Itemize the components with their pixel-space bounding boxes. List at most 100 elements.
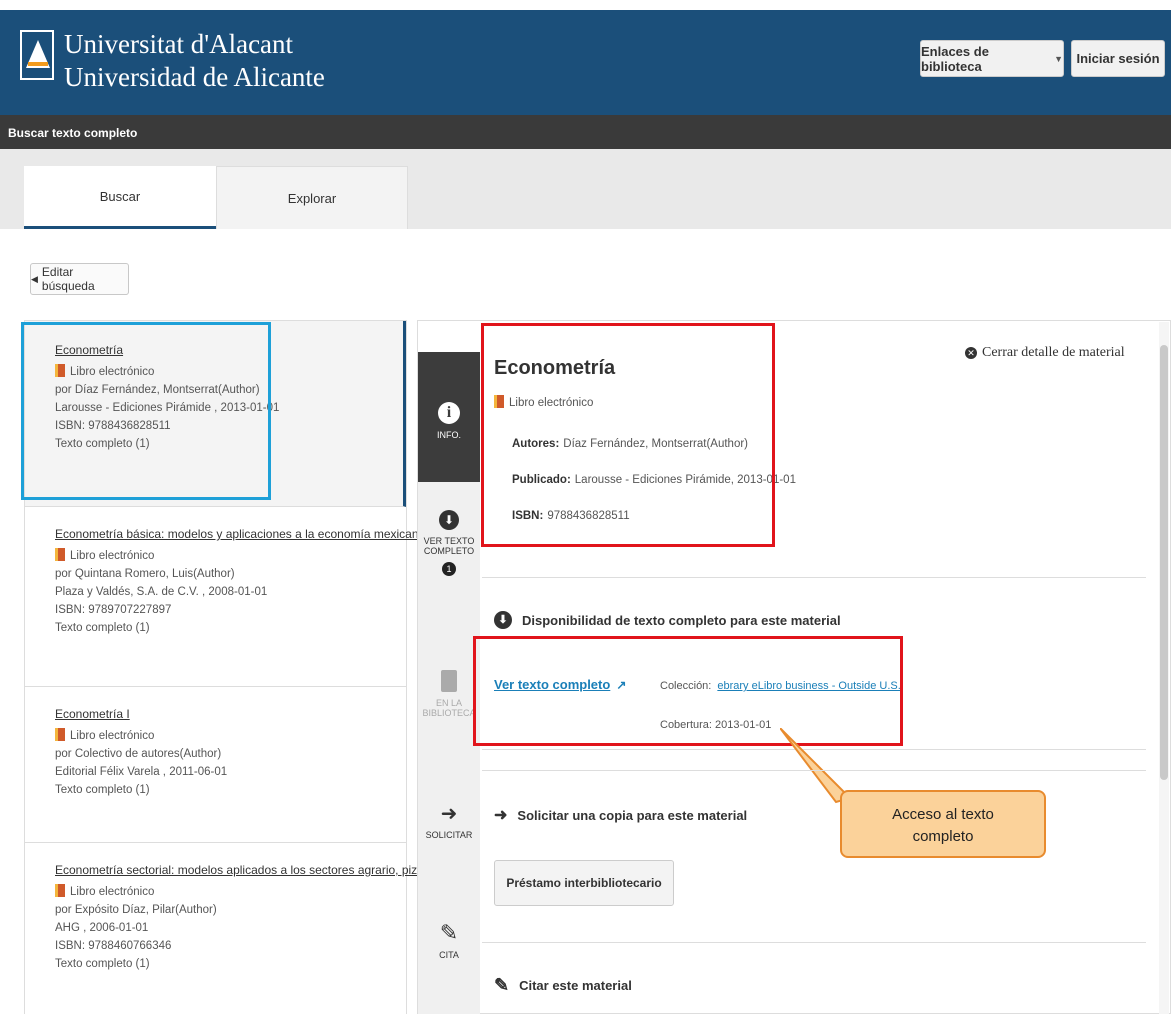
library-links-dropdown[interactable]: Enlaces de biblioteca ▼ xyxy=(920,40,1064,77)
tab-buscar[interactable]: Buscar xyxy=(24,166,216,229)
tab-explorar[interactable]: Explorar xyxy=(216,166,408,229)
callout-line1: Acceso al texto xyxy=(892,806,994,823)
result-fulltext: Texto completo (1) xyxy=(55,438,150,450)
ebook-icon xyxy=(494,395,504,408)
page-subtitle: Buscar texto completo xyxy=(8,126,138,140)
result-author: por Colectivo de autores(Author) xyxy=(55,748,222,760)
result-publisher: Plaza y Valdés, S.A. de C.V. , 2008-01-0… xyxy=(55,586,268,598)
sign-in-arrow-icon: ➜ xyxy=(440,803,458,825)
request-heading-label: Solicitar una copia para este material xyxy=(517,807,748,823)
pencil-icon: ✎ xyxy=(439,920,459,945)
view-fulltext-link[interactable]: Ver texto completo ↗ xyxy=(494,677,626,692)
sidenav-cite[interactable]: ✎ CITA xyxy=(418,920,480,961)
edit-search-label: Editar búsqueda xyxy=(41,265,95,293)
detail-published: Publicado: Larousse - Ediciones Pirámide,… xyxy=(512,474,796,486)
result-item[interactable]: Econometría Libro electrónico por Díaz F… xyxy=(25,321,406,507)
interlibrary-loan-label: Préstamo interbibliotecario xyxy=(506,876,662,890)
sidenav-cite-label: CITA xyxy=(439,950,459,960)
library-links-label: Enlaces de biblioteca xyxy=(921,43,989,74)
result-fulltext: Texto completo (1) xyxy=(55,784,150,796)
download-icon: ⬇ xyxy=(494,611,512,629)
chevron-left-icon: ◀ xyxy=(31,273,38,284)
availability-heading-label: Disponibilidad de texto completo para es… xyxy=(522,612,841,628)
ebook-icon xyxy=(55,884,65,897)
result-isbn: ISBN: 9788460766346 xyxy=(55,940,172,952)
result-title[interactable]: Econometría sectorial: modelos aplicados… xyxy=(55,863,452,877)
request-heading: ➜ Solicitar una copia para este material xyxy=(494,805,747,825)
result-publisher: Larousse - Ediciones Pirámide , 2013-01-… xyxy=(55,402,280,414)
result-type: Libro electrónico xyxy=(70,886,155,898)
results-list: Econometría Libro electrónico por Díaz F… xyxy=(24,320,452,1014)
sidenav-request-label: SOLICITAR xyxy=(425,830,473,840)
result-author: por Quintana Romero, Luis(Author) xyxy=(55,568,235,580)
field-label: Publicado: xyxy=(512,474,571,486)
detail-authors: Autores: Díaz Fernández, Montserrat(Autho… xyxy=(512,438,748,450)
divider xyxy=(482,577,1146,578)
result-title[interactable]: Econometría básica: modelos y aplicacion… xyxy=(55,527,425,541)
callout-pointer-shape xyxy=(780,728,852,804)
close-detail-button[interactable]: ✕ Cerrar detalle de material xyxy=(965,345,1125,361)
result-isbn: ISBN: 9789707227897 xyxy=(55,604,172,616)
sidenav-library-label2: BIBLIOTECA xyxy=(422,708,476,718)
tab-label: Explorar xyxy=(287,190,337,206)
coverage-row: Cobertura: 2013-01-01 xyxy=(660,719,771,731)
caret-down-icon: ▼ xyxy=(1054,53,1063,64)
sidenav-request[interactable]: ➜ SOLICITAR xyxy=(418,804,480,840)
result-item[interactable]: Econometría I Libro electrónico por Cole… xyxy=(25,687,406,843)
tab-label: Buscar xyxy=(99,188,141,204)
detail-isbn: ISBN: 9788436828511 xyxy=(512,510,630,522)
university-name[interactable]: Universitat d'Alacant Universidad de Ali… xyxy=(64,28,325,94)
ebook-icon xyxy=(55,364,65,377)
pencil-icon: ✎ xyxy=(494,975,510,995)
cite-heading: ✎ Citar este material xyxy=(494,975,632,996)
result-isbn: ISBN: 9788436828511 xyxy=(55,420,171,432)
result-title[interactable]: Econometría xyxy=(55,343,279,357)
close-icon: ✕ xyxy=(965,347,977,359)
interlibrary-loan-button[interactable]: Préstamo interbibliotecario xyxy=(494,860,674,906)
login-label: Iniciar sesión xyxy=(1076,51,1160,66)
result-type: Libro electrónico xyxy=(70,550,155,562)
sidenav-library-label1: EN LA xyxy=(435,698,462,708)
callout-line2: completo xyxy=(912,828,974,845)
university-logo[interactable] xyxy=(20,30,54,80)
sidenav-fulltext-label2: COMPLETO xyxy=(423,546,475,556)
login-button[interactable]: Iniciar sesión xyxy=(1071,40,1165,77)
availability-heading: ⬇ Disponibilidad de texto completo para … xyxy=(494,611,841,629)
sidenav-info[interactable]: i INFO. xyxy=(418,352,480,482)
result-item[interactable]: Econometría básica: modelos y aplicacion… xyxy=(25,507,425,687)
external-link-icon: ↗ xyxy=(616,678,627,692)
university-name-line1: Universitat d'Alacant xyxy=(64,29,294,59)
logo-stripe xyxy=(28,62,48,66)
coverage-value: 2013-01-01 xyxy=(715,719,772,731)
field-value: Díaz Fernández, Montserrat(Author) xyxy=(563,438,748,450)
detail-type: Libro electrónico xyxy=(494,395,593,409)
cite-heading-label: Citar este material xyxy=(519,978,632,993)
result-publisher: AHG , 2006-01-01 xyxy=(55,922,149,934)
divider xyxy=(482,770,1146,771)
collection-link[interactable]: ebrary eLibro business - Outside U.S. xyxy=(717,680,900,692)
result-type: Libro electrónico xyxy=(70,366,155,378)
field-value: 9788436828511 xyxy=(547,510,630,522)
result-publisher: Editorial Félix Varela , 2011-06-01 xyxy=(55,766,228,778)
scrollbar-thumb[interactable] xyxy=(1160,345,1168,780)
edit-search-button[interactable]: ◀ Editar búsqueda xyxy=(30,263,129,295)
collection-row: Colección: ebrary eLibro business - Outsi… xyxy=(660,680,901,692)
sidenav-fulltext[interactable]: ⬇ VER TEXTO COMPLETO 1 xyxy=(418,510,480,576)
detail-sidenav: i INFO. ⬇ VER TEXTO COMPLETO 1 EN LA BIB… xyxy=(418,352,480,1014)
result-fulltext: Texto completo (1) xyxy=(55,958,150,970)
ebook-icon xyxy=(55,548,65,561)
annotation-callout: Acceso al texto completo xyxy=(840,790,1046,858)
detail-type-label: Libro electrónico xyxy=(509,397,594,409)
sidenav-library[interactable]: EN LA BIBLIOTECA xyxy=(418,670,480,718)
sidenav-fulltext-label1: VER TEXTO xyxy=(423,536,475,546)
divider xyxy=(482,942,1146,943)
sidenav-info-label: INFO. xyxy=(437,430,461,440)
coverage-label: Cobertura: xyxy=(660,719,712,731)
result-item[interactable]: Econometría sectorial: modelos aplicados… xyxy=(25,843,452,1014)
field-label: ISBN: xyxy=(512,510,544,522)
university-name-line2: Universidad de Alicante xyxy=(64,62,325,92)
page-subtitle-bar: Buscar texto completo xyxy=(0,115,1171,149)
info-icon: i xyxy=(438,402,460,424)
result-title[interactable]: Econometría I xyxy=(55,707,227,721)
result-author: por Díaz Fernández, Montserrat(Author) xyxy=(55,384,260,396)
